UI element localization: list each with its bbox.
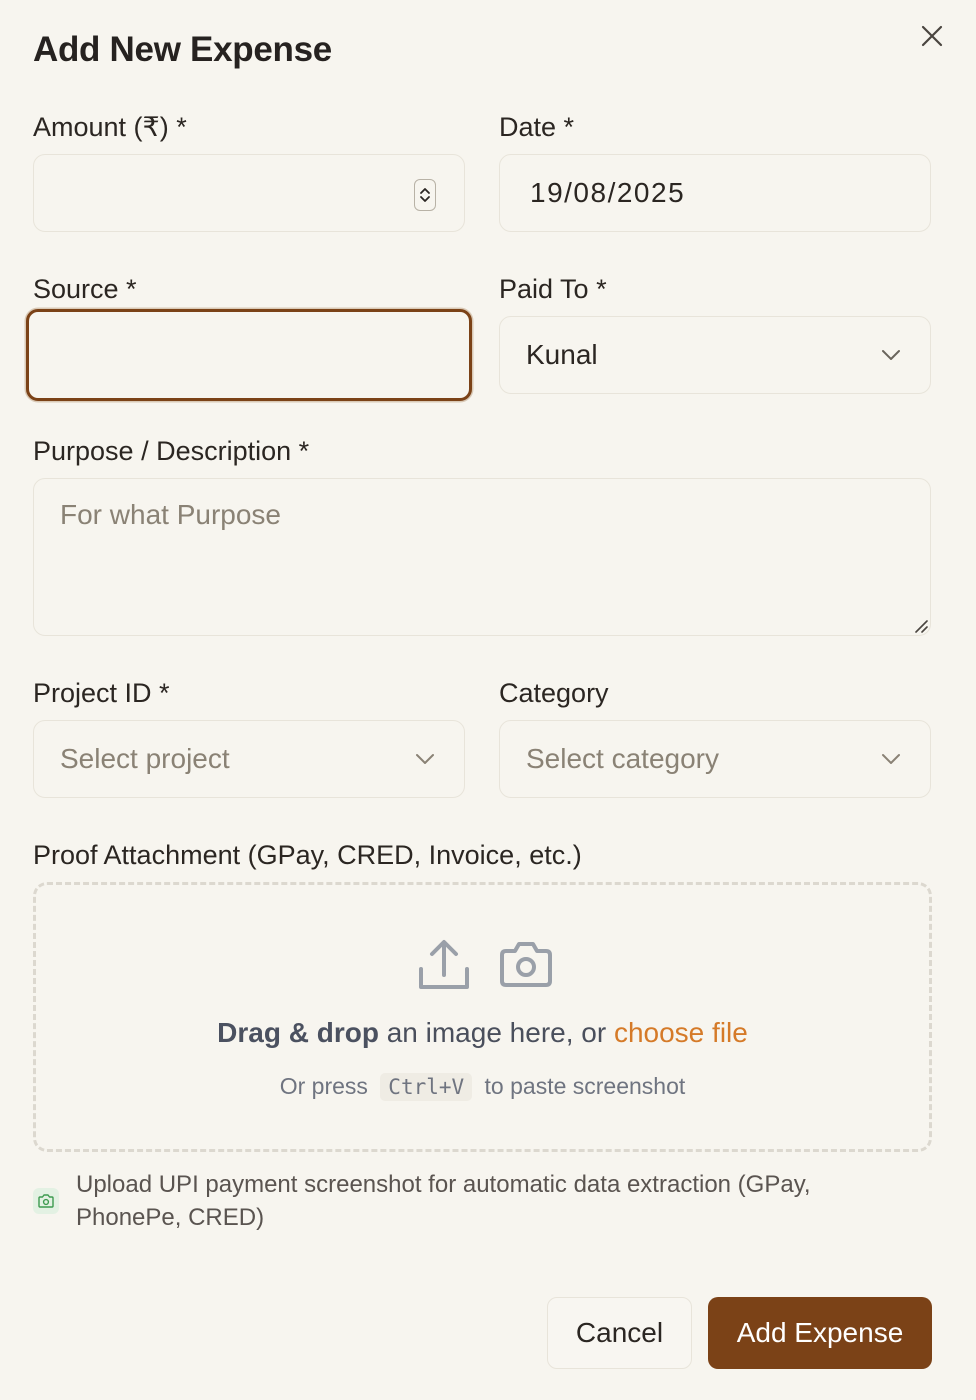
purpose-label: Purpose / Description *	[33, 436, 310, 466]
resize-handle-icon[interactable]	[912, 617, 928, 633]
cancel-button[interactable]: Cancel	[547, 1297, 692, 1369]
add-expense-dialog: Add New Expense Amount (₹) * Date * 19/0…	[0, 0, 976, 1400]
date-value: 19/08/2025	[530, 177, 686, 208]
source-input[interactable]	[26, 309, 472, 401]
paid-to-select[interactable]: Kunal	[499, 316, 931, 394]
purpose-placeholder: For what Purpose	[60, 499, 281, 530]
project-id-label: Project ID *	[33, 678, 170, 708]
project-id-placeholder: Select project	[60, 743, 230, 774]
source-label: Source *	[33, 274, 137, 304]
hint-camera-icon	[33, 1188, 59, 1214]
paste-prefix: Or press	[279, 1073, 368, 1099]
project-id-select[interactable]: Select project	[33, 720, 465, 798]
chevron-up-icon	[420, 188, 430, 194]
close-icon	[921, 25, 943, 47]
chevron-down-icon	[882, 350, 900, 360]
dialog-title: Add New Expense	[33, 30, 332, 69]
upload-icon	[419, 940, 469, 989]
category-label: Category	[499, 678, 609, 708]
paste-suffix: to paste screenshot	[484, 1073, 686, 1099]
paste-instructions: Or press Ctrl+V to paste screenshot	[36, 1073, 929, 1101]
dropzone-instructions: Drag & drop an image here, or choose fil…	[36, 1017, 929, 1049]
amount-stepper[interactable]	[414, 179, 436, 211]
date-input[interactable]: 19/08/2025	[499, 154, 931, 232]
add-expense-button[interactable]: Add Expense	[708, 1297, 932, 1369]
attachment-label: Proof Attachment (GPay, CRED, Invoice, e…	[33, 840, 582, 870]
camera-icon	[500, 942, 552, 987]
drag-drop-subtext: an image here, or	[378, 1017, 614, 1048]
choose-file-link[interactable]: choose file	[614, 1017, 748, 1048]
dropzone-icons	[416, 937, 556, 993]
paid-to-label: Paid To *	[499, 274, 607, 304]
attachment-dropzone[interactable]: Drag & drop an image here, or choose fil…	[33, 882, 932, 1152]
close-button[interactable]	[912, 16, 952, 56]
date-label: Date *	[499, 112, 575, 142]
chevron-down-icon	[420, 196, 430, 202]
purpose-textarea[interactable]: For what Purpose	[33, 478, 931, 636]
amount-label: Amount (₹) *	[33, 112, 187, 142]
amount-input[interactable]	[33, 154, 465, 232]
attachment-hint: Upload UPI payment screenshot for automa…	[76, 1171, 811, 1231]
chevron-down-icon	[882, 754, 900, 764]
chevron-down-icon	[416, 754, 434, 764]
drag-drop-text: Drag & drop	[217, 1017, 379, 1048]
paid-to-value: Kunal	[526, 339, 598, 370]
paste-shortcut: Ctrl+V	[380, 1073, 473, 1101]
category-placeholder: Select category	[526, 743, 719, 774]
category-select[interactable]: Select category	[499, 720, 931, 798]
